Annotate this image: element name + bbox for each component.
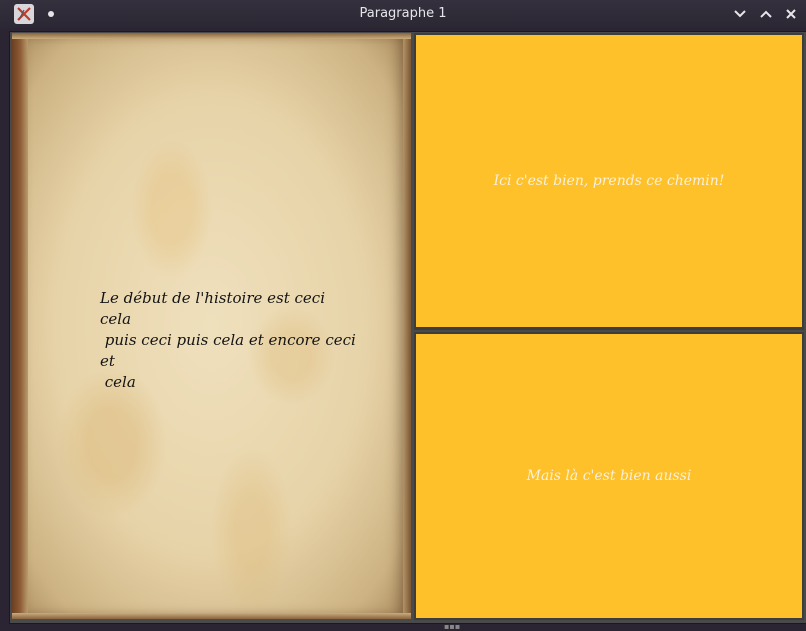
chevron-up-icon bbox=[760, 10, 772, 18]
choice-button-2[interactable]: Mais là c'est bien aussi bbox=[414, 332, 804, 620]
resize-grip-icon[interactable]: ▪▪▪ bbox=[444, 623, 460, 631]
window-title: Paragraphe 1 bbox=[359, 6, 447, 21]
choice-button-1[interactable]: Ici c'est bien, prends ce chemin! bbox=[414, 33, 804, 330]
close-icon bbox=[786, 9, 796, 19]
book-page-image: Le début de l'histoire est ceci cela pui… bbox=[12, 33, 411, 619]
title-bar[interactable]: Paragraphe 1 bbox=[0, 0, 806, 28]
close-button[interactable] bbox=[781, 4, 801, 24]
choice-label-2: Mais là c'est bien aussi bbox=[526, 468, 692, 484]
book-edge-bottom bbox=[12, 613, 411, 619]
book-edge-top bbox=[12, 33, 411, 39]
story-paragraph: Le début de l'histoire est ceci cela pui… bbox=[100, 289, 356, 391]
book-edge bbox=[403, 33, 411, 619]
maximize-button[interactable] bbox=[756, 4, 776, 24]
minimize-button[interactable] bbox=[730, 4, 750, 24]
book-spine bbox=[12, 33, 28, 619]
chevron-down-icon bbox=[734, 10, 746, 18]
choice-label-1: Ici c'est bien, prends ce chemin! bbox=[493, 173, 725, 189]
